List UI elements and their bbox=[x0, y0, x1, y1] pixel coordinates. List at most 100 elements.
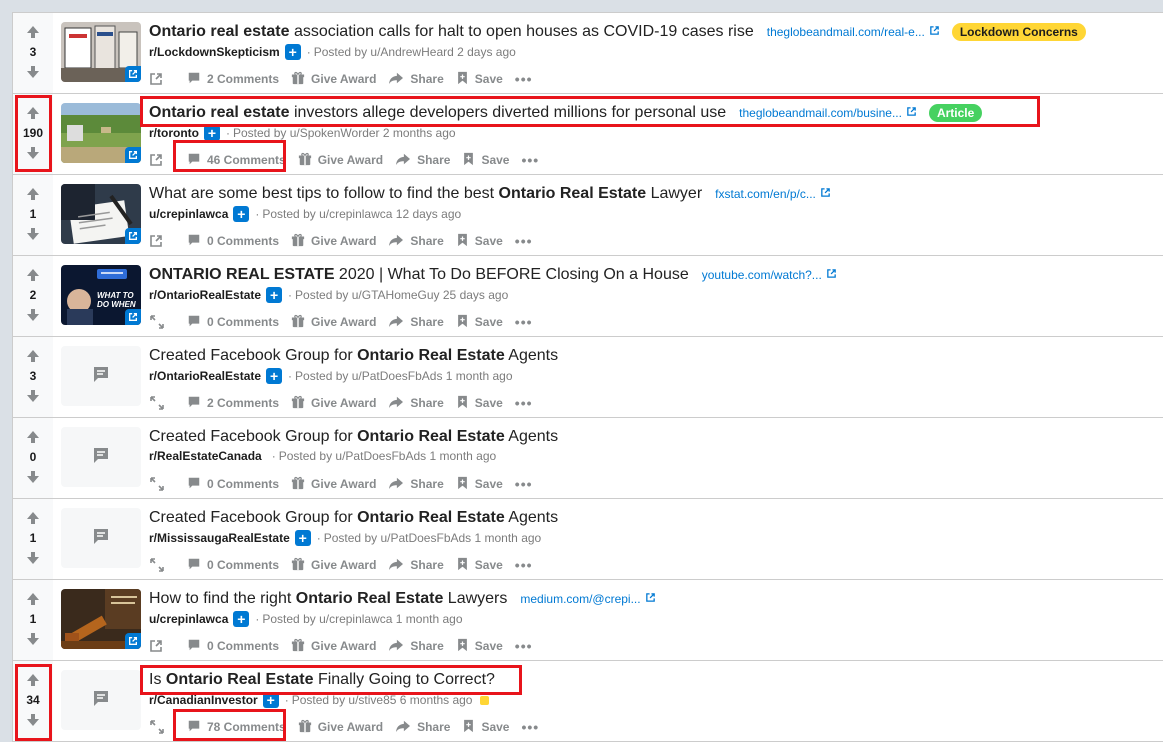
give-award-button[interactable]: Give Award bbox=[287, 472, 380, 496]
downvote-icon[interactable] bbox=[23, 63, 43, 81]
upvote-icon[interactable] bbox=[23, 347, 43, 365]
expand-icon[interactable] bbox=[149, 472, 171, 496]
post-title[interactable]: Created Facebook Group for Ontario Real … bbox=[149, 347, 558, 365]
post-thumbnail[interactable] bbox=[61, 103, 141, 163]
post-card[interactable]: 190 Ontario real estate investors allege … bbox=[13, 94, 1163, 175]
give-award-button[interactable]: Give Award bbox=[287, 67, 380, 91]
posted-by[interactable]: Posted by u/crepinlawca 12 days ago bbox=[262, 207, 461, 221]
post-title[interactable]: Is Ontario Real Estate Finally Going to … bbox=[149, 671, 495, 689]
downvote-icon[interactable] bbox=[23, 468, 43, 486]
share-button[interactable]: Share bbox=[384, 67, 447, 91]
subreddit-link[interactable]: r/OntarioRealEstate bbox=[149, 369, 261, 383]
save-button[interactable]: Save bbox=[458, 148, 513, 172]
join-plus-icon[interactable]: + bbox=[266, 368, 283, 384]
post-card[interactable]: 1 How to find the right Ontario Real Esta… bbox=[13, 580, 1163, 661]
posted-by[interactable]: Posted by u/AndrewHeard 2 days ago bbox=[314, 45, 516, 59]
open-link-icon[interactable] bbox=[149, 229, 171, 253]
upvote-icon[interactable] bbox=[23, 590, 43, 608]
subreddit-link[interactable]: r/RealEstateCanada bbox=[149, 449, 262, 463]
posted-by[interactable]: Posted by u/PatDoesFbAds 1 month ago bbox=[295, 369, 512, 383]
upvote-icon[interactable] bbox=[23, 671, 43, 689]
post-flair[interactable]: Article bbox=[928, 104, 983, 122]
share-button[interactable]: Share bbox=[391, 715, 454, 739]
join-plus-icon[interactable]: + bbox=[294, 530, 311, 546]
upvote-icon[interactable] bbox=[23, 428, 43, 446]
post-card[interactable]: 34 Is Ontario Real Estate Finally Going t… bbox=[13, 661, 1163, 742]
expand-icon[interactable] bbox=[149, 310, 171, 334]
post-card[interactable]: 3 Ontario real estate association calls f… bbox=[13, 13, 1163, 94]
downvote-icon[interactable] bbox=[23, 306, 43, 324]
text-post-thumbnail[interactable] bbox=[61, 346, 141, 406]
join-plus-icon[interactable]: + bbox=[233, 611, 250, 627]
give-award-button[interactable]: Give Award bbox=[287, 634, 380, 658]
more-options-icon[interactable]: ••• bbox=[517, 715, 543, 739]
join-plus-icon[interactable]: + bbox=[262, 692, 279, 708]
post-title[interactable]: What are some best tips to follow to fin… bbox=[149, 185, 702, 203]
more-options-icon[interactable]: ••• bbox=[511, 310, 537, 334]
join-plus-icon[interactable]: + bbox=[284, 44, 301, 60]
comments-button[interactable]: 78 Comments bbox=[183, 715, 290, 739]
share-button[interactable]: Share bbox=[384, 391, 447, 415]
text-post-thumbnail[interactable] bbox=[61, 427, 141, 487]
upvote-icon[interactable] bbox=[23, 185, 43, 203]
comments-button[interactable]: 2 Comments bbox=[183, 391, 283, 415]
post-title[interactable]: ONTARIO REAL ESTATE 2020 | What To Do BE… bbox=[149, 266, 689, 284]
more-options-icon[interactable]: ••• bbox=[511, 67, 537, 91]
save-button[interactable]: Save bbox=[452, 634, 507, 658]
post-thumbnail[interactable] bbox=[61, 589, 141, 649]
comments-button[interactable]: 0 Comments bbox=[183, 310, 283, 334]
subreddit-link[interactable]: r/CanadianInvestor bbox=[149, 693, 258, 707]
upvote-icon[interactable] bbox=[23, 509, 43, 527]
expand-icon[interactable] bbox=[149, 553, 171, 577]
post-card[interactable]: 2 WHAT TO DO WHEN ONTARIO REAL ESTATE 2020… bbox=[13, 256, 1163, 337]
posted-by[interactable]: Posted by u/crepinlawca 1 month ago bbox=[262, 612, 462, 626]
more-options-icon[interactable]: ••• bbox=[511, 391, 537, 415]
open-link-icon[interactable] bbox=[149, 67, 171, 91]
save-button[interactable]: Save bbox=[452, 472, 507, 496]
upvote-icon[interactable] bbox=[23, 23, 43, 41]
save-button[interactable]: Save bbox=[452, 553, 507, 577]
more-options-icon[interactable]: ••• bbox=[511, 634, 537, 658]
expand-icon[interactable] bbox=[149, 715, 171, 739]
downvote-icon[interactable] bbox=[23, 144, 43, 162]
subreddit-link[interactable]: u/crepinlawca bbox=[149, 207, 228, 221]
share-button[interactable]: Share bbox=[391, 148, 454, 172]
comments-button[interactable]: 0 Comments bbox=[183, 472, 283, 496]
downvote-icon[interactable] bbox=[23, 711, 43, 729]
share-button[interactable]: Share bbox=[384, 472, 447, 496]
save-button[interactable]: Save bbox=[452, 67, 507, 91]
save-button[interactable]: Save bbox=[452, 229, 507, 253]
post-domain-link[interactable]: medium.com/@crepi... bbox=[520, 592, 655, 606]
post-title[interactable]: Created Facebook Group for Ontario Real … bbox=[149, 509, 558, 527]
post-title[interactable]: Ontario real estate association calls fo… bbox=[149, 23, 754, 41]
more-options-icon[interactable]: ••• bbox=[511, 553, 537, 577]
subreddit-link[interactable]: r/LockdownSkepticism bbox=[149, 45, 280, 59]
comments-button[interactable]: 2 Comments bbox=[183, 67, 283, 91]
open-link-icon[interactable] bbox=[149, 634, 171, 658]
post-thumbnail[interactable] bbox=[61, 184, 141, 244]
give-award-button[interactable]: Give Award bbox=[287, 553, 380, 577]
expand-icon[interactable] bbox=[149, 391, 171, 415]
join-plus-icon[interactable]: + bbox=[266, 287, 283, 303]
join-plus-icon[interactable]: + bbox=[204, 125, 220, 141]
open-link-icon[interactable] bbox=[149, 148, 171, 172]
posted-by[interactable]: Posted by u/GTAHomeGuy 25 days ago bbox=[295, 288, 508, 302]
posted-by[interactable]: Posted by u/SpokenWorder 2 months ago bbox=[233, 126, 456, 140]
post-thumbnail[interactable] bbox=[61, 22, 141, 82]
give-award-button[interactable]: Give Award bbox=[294, 715, 387, 739]
join-plus-icon[interactable]: + bbox=[233, 206, 250, 222]
downvote-icon[interactable] bbox=[23, 225, 43, 243]
text-post-thumbnail[interactable] bbox=[61, 508, 141, 568]
downvote-icon[interactable] bbox=[23, 387, 43, 405]
save-button[interactable]: Save bbox=[452, 391, 507, 415]
post-card[interactable]: 0 Created Facebook Group for Ontario Real… bbox=[13, 418, 1163, 499]
comments-button[interactable]: 46 Comments bbox=[183, 148, 290, 172]
subreddit-link[interactable]: r/toronto bbox=[149, 126, 199, 140]
post-title[interactable]: How to find the right Ontario Real Estat… bbox=[149, 590, 507, 608]
downvote-icon[interactable] bbox=[23, 630, 43, 648]
upvote-icon[interactable] bbox=[23, 104, 43, 122]
give-award-button[interactable]: Give Award bbox=[294, 148, 387, 172]
post-thumbnail[interactable]: WHAT TO DO WHEN bbox=[61, 265, 141, 325]
downvote-icon[interactable] bbox=[23, 549, 43, 567]
save-button[interactable]: Save bbox=[458, 715, 513, 739]
